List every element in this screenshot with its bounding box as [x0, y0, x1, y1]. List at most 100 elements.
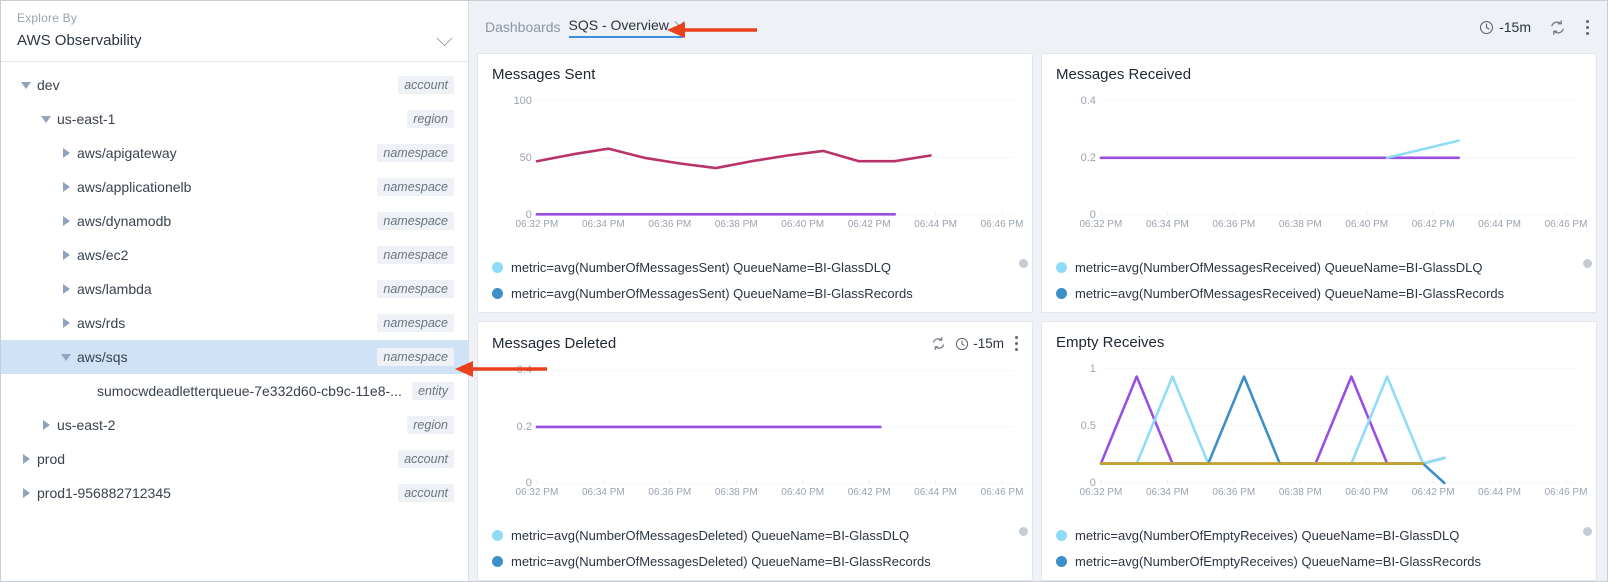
legend-label: metric=avg(NumberOfMessagesDeleted) Queu… — [511, 554, 931, 569]
dashboard-name-selector[interactable]: SQS - Overview — [569, 17, 683, 38]
legend-label: metric=avg(NumberOfMessagesReceived) Que… — [1075, 260, 1483, 275]
panel-header: Empty Receives — [1042, 322, 1596, 355]
tree-item-label: aws/apigateway — [77, 145, 377, 161]
tree-item-aws-dynamodb[interactable]: aws/dynamodbnamespace — [1, 204, 468, 238]
chart-legend: metric=avg(NumberOfMessagesSent) QueueNa… — [478, 250, 1032, 312]
legend-label: metric=avg(NumberOfMessagesDeleted) Queu… — [511, 528, 909, 543]
legend-color-swatch — [1056, 288, 1067, 299]
panel-scroll-indicator[interactable] — [1019, 259, 1028, 268]
caret-right-icon[interactable] — [55, 148, 77, 158]
legend-label: metric=avg(NumberOfMessagesSent) QueueNa… — [511, 260, 891, 275]
kebab-menu-icon[interactable] — [1013, 334, 1020, 353]
legend-item[interactable]: metric=avg(NumberOfEmptyReceives) QueueN… — [1056, 522, 1584, 548]
explore-by-value: AWS Observability — [17, 32, 452, 49]
legend-item[interactable]: metric=avg(NumberOfEmptyReceives) QueueN… — [1056, 548, 1584, 574]
panel-header: Messages Deleted-15m — [478, 322, 1032, 357]
caret-down-icon[interactable] — [55, 354, 77, 361]
tree-item-aws-sqs[interactable]: aws/sqsnamespace — [1, 340, 468, 374]
legend-item[interactable]: metric=avg(NumberOfMessagesSent) QueueNa… — [492, 280, 1020, 306]
tree-item-label: dev — [37, 77, 398, 93]
tree-item-label: aws/applicationelb — [77, 179, 377, 195]
caret-down-icon[interactable] — [35, 116, 57, 123]
panel-empty-receives: Empty Receives 00.5106:32 PM06:34 PM06:36… — [1041, 321, 1597, 581]
tree-item-us-east-2[interactable]: us-east-2region — [1, 408, 468, 442]
tree-item-sumocwdeadletterqueue-7e332d60-cb9c-11e8-[interactable]: sumocwdeadletterqueue-7e332d60-cb9c-11e8… — [1, 374, 468, 408]
legend-item[interactable]: metric=avg(NumberOfMessagesReceived) Que… — [1056, 280, 1584, 306]
legend-color-swatch — [1056, 556, 1067, 567]
aws-observability-dashboard: Explore By AWS Observability devaccountu… — [0, 0, 1608, 582]
panel-tools: -15m — [931, 334, 1020, 353]
panel-scroll-indicator[interactable] — [1583, 527, 1592, 536]
legend-item[interactable]: metric=avg(NumberOfMessagesReceived) Que… — [1056, 254, 1584, 280]
panel-title: Messages Sent — [492, 66, 595, 83]
clock-icon — [1479, 20, 1494, 35]
panel-scroll-indicator[interactable] — [1019, 527, 1028, 536]
legend-color-swatch — [492, 262, 503, 273]
caret-right-icon[interactable] — [35, 420, 57, 430]
tree-item-type-badge: namespace — [377, 212, 454, 230]
chart-plot-area[interactable]: 00.20.406:32 PM06:34 PM06:36 PM06:38 PM0… — [478, 357, 1032, 518]
tree-item-aws-applicationelb[interactable]: aws/applicationelbnamespace — [1, 170, 468, 204]
tree-item-prod[interactable]: prodaccount — [1, 442, 468, 476]
explore-sidebar: Explore By AWS Observability devaccountu… — [1, 1, 469, 581]
chart-plot-area[interactable]: 00.20.406:32 PM06:34 PM06:36 PM06:38 PM0… — [1042, 87, 1596, 250]
panel-title: Messages Received — [1056, 66, 1191, 83]
panel-messages-received: Messages Received 00.20.406:32 PM06:34 PM… — [1041, 53, 1597, 313]
tree-item-label: aws/ec2 — [77, 247, 377, 263]
dashboard-main: Dashboards SQS - Overview -15m — [469, 1, 1607, 581]
tree-item-aws-rds[interactable]: aws/rdsnamespace — [1, 306, 468, 340]
panel-grid: Messages Sent 05010006:32 PM06:34 PM06:36… — [469, 53, 1607, 581]
panel-messages-sent: Messages Sent 05010006:32 PM06:34 PM06:36… — [477, 53, 1033, 313]
caret-right-icon[interactable] — [15, 454, 37, 464]
chart-legend: metric=avg(NumberOfMessagesDeleted) Queu… — [478, 518, 1032, 580]
caret-down-icon[interactable] — [15, 82, 37, 89]
tree-item-dev[interactable]: devaccount — [1, 68, 468, 102]
tree-item-label: sumocwdeadletterqueue-7e332d60-cb9c-11e8… — [97, 383, 412, 399]
tree-item-label: us-east-2 — [57, 417, 407, 433]
time-range-picker[interactable]: -15m — [1479, 19, 1531, 35]
tree-item-type-badge: account — [398, 450, 454, 468]
panel-header: Messages Sent — [478, 54, 1032, 87]
explore-by-selector[interactable]: Explore By AWS Observability — [1, 1, 468, 62]
dashboard-topbar: Dashboards SQS - Overview -15m — [469, 1, 1607, 53]
kebab-menu-icon[interactable] — [1584, 18, 1591, 37]
caret-right-icon[interactable] — [55, 216, 77, 226]
caret-right-icon[interactable] — [15, 488, 37, 498]
tree-item-label: aws/rds — [77, 315, 377, 331]
refresh-icon[interactable] — [1549, 19, 1566, 36]
tree-item-type-badge: namespace — [377, 178, 454, 196]
panel-header: Messages Received — [1042, 54, 1596, 87]
tree-item-type-badge: namespace — [377, 280, 454, 298]
legend-color-swatch — [1056, 262, 1067, 273]
legend-color-swatch — [492, 556, 503, 567]
tree-item-type-badge: namespace — [377, 144, 454, 162]
caret-right-icon[interactable] — [55, 284, 77, 294]
legend-label: metric=avg(NumberOfEmptyReceives) QueueN… — [1075, 554, 1481, 569]
breadcrumb-dashboards[interactable]: Dashboards — [485, 19, 561, 35]
panel-time-range-picker[interactable]: -15m — [955, 336, 1004, 351]
panel-messages-deleted: Messages Deleted-15m00.20.406:32 PM06:34… — [477, 321, 1033, 581]
legend-item[interactable]: metric=avg(NumberOfMessagesSent) QueueNa… — [492, 254, 1020, 280]
chart-plot-area[interactable]: 00.5106:32 PM06:34 PM06:36 PM06:38 PM06:… — [1042, 355, 1596, 518]
tree-item-prod1-956882712345[interactable]: prod1-956882712345account — [1, 476, 468, 510]
panel-title: Empty Receives — [1056, 334, 1164, 351]
tree-item-type-badge: account — [398, 484, 454, 502]
legend-item[interactable]: metric=avg(NumberOfMessagesDeleted) Queu… — [492, 522, 1020, 548]
tree-item-aws-apigateway[interactable]: aws/apigatewaynamespace — [1, 136, 468, 170]
caret-right-icon[interactable] — [55, 318, 77, 328]
caret-right-icon[interactable] — [55, 250, 77, 260]
tree-item-type-badge: account — [398, 76, 454, 94]
tree-item-label: aws/dynamodb — [77, 213, 377, 229]
legend-item[interactable]: metric=avg(NumberOfMessagesDeleted) Queu… — [492, 548, 1020, 574]
tree-item-aws-lambda[interactable]: aws/lambdanamespace — [1, 272, 468, 306]
panel-scroll-indicator[interactable] — [1583, 259, 1592, 268]
tree-item-label: aws/lambda — [77, 281, 377, 297]
tree-item-aws-ec2[interactable]: aws/ec2namespace — [1, 238, 468, 272]
chart-plot-area[interactable]: 05010006:32 PM06:34 PM06:36 PM06:38 PM06… — [478, 87, 1032, 250]
caret-right-icon[interactable] — [55, 182, 77, 192]
tree-item-label: aws/sqs — [77, 349, 377, 365]
refresh-icon[interactable] — [931, 336, 946, 351]
tree-item-label: us-east-1 — [57, 111, 407, 127]
tree-item-us-east-1[interactable]: us-east-1region — [1, 102, 468, 136]
tree-item-type-badge: region — [407, 416, 454, 434]
